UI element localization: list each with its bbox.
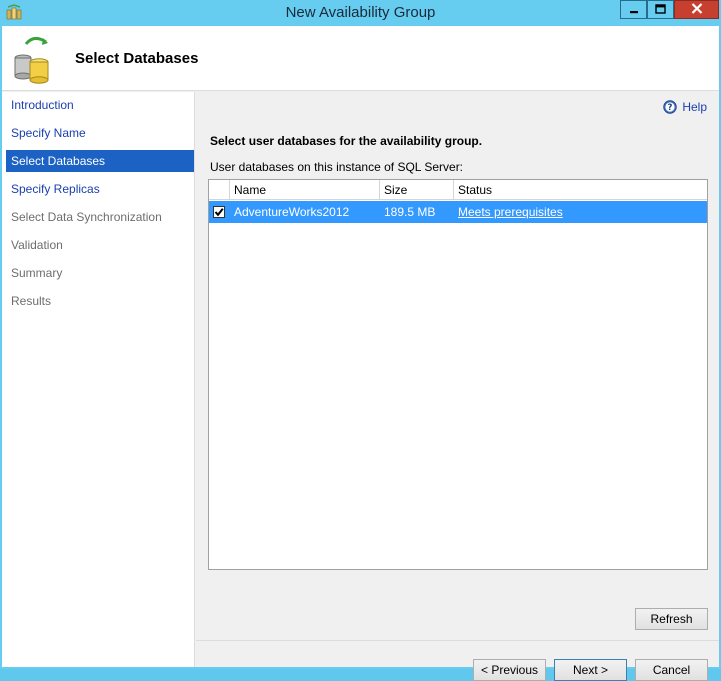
grid-header-status[interactable]: Status [454, 180, 707, 200]
title-bar[interactable]: New Availability Group [0, 0, 721, 26]
table-row[interactable]: AdventureWorks2012 189.5 MB Meets prereq… [209, 201, 707, 223]
close-icon [691, 2, 703, 17]
minimize-icon [629, 3, 639, 17]
grid-header-checkbox-column[interactable] [209, 180, 230, 200]
wizard-steps-sidebar: Introduction Specify Name Select Databas… [2, 92, 195, 667]
help-label: Help [682, 100, 707, 114]
sidebar-item-summary: Summary [11, 266, 63, 280]
page-header: Select Databases [2, 26, 719, 91]
wizard-client-area: Select Databases Introduction Specify Na… [2, 26, 719, 681]
main-panel: ? Help Select user databases for the ava… [196, 92, 719, 681]
svg-text:?: ? [668, 103, 673, 113]
refresh-button[interactable]: Refresh [635, 608, 708, 630]
section-title: Select user databases for the availabili… [210, 134, 483, 148]
database-status-cell: Meets prerequisites [454, 201, 707, 223]
sidebar-item-select-databases[interactable]: Select Databases [6, 150, 194, 172]
close-button[interactable] [674, 0, 719, 19]
help-link[interactable]: ? Help [663, 100, 707, 114]
page-title: Select Databases [75, 50, 199, 67]
minimize-button[interactable] [620, 0, 647, 19]
database-list-label: User databases on this instance of SQL S… [210, 160, 464, 174]
footer-divider [196, 640, 719, 641]
window-title: New Availability Group [285, 4, 436, 21]
sidebar-item-select-data-synchronization: Select Data Synchronization [11, 210, 162, 224]
grid-header: Name Size Status [209, 180, 707, 200]
next-button[interactable]: Next > [554, 659, 627, 681]
sidebar-item-introduction[interactable]: Introduction [6, 94, 194, 116]
sidebar-item-specify-replicas[interactable]: Specify Replicas [6, 178, 194, 200]
sidebar-item-validation: Validation [11, 238, 63, 252]
database-grid[interactable]: Name Size Status AdventureWorks2012 189.… [208, 179, 708, 570]
database-size-cell: 189.5 MB [384, 205, 436, 219]
grid-header-size[interactable]: Size [380, 180, 454, 200]
database-sync-icon [12, 34, 56, 84]
previous-button[interactable]: < Previous [473, 659, 546, 681]
wizard-window: New Availability Group Select Databases … [0, 0, 721, 681]
sidebar-item-specify-name[interactable]: Specify Name [6, 122, 194, 144]
sidebar-item-results: Results [11, 294, 52, 308]
cancel-button[interactable]: Cancel [635, 659, 708, 681]
database-checkbox[interactable] [213, 206, 225, 218]
maximize-button[interactable] [647, 0, 674, 19]
help-icon: ? [663, 100, 678, 114]
database-name-cell: AdventureWorks2012 [234, 205, 350, 219]
grid-header-name[interactable]: Name [230, 180, 380, 200]
maximize-icon [655, 3, 666, 17]
status-link[interactable]: Meets prerequisites [458, 205, 563, 219]
